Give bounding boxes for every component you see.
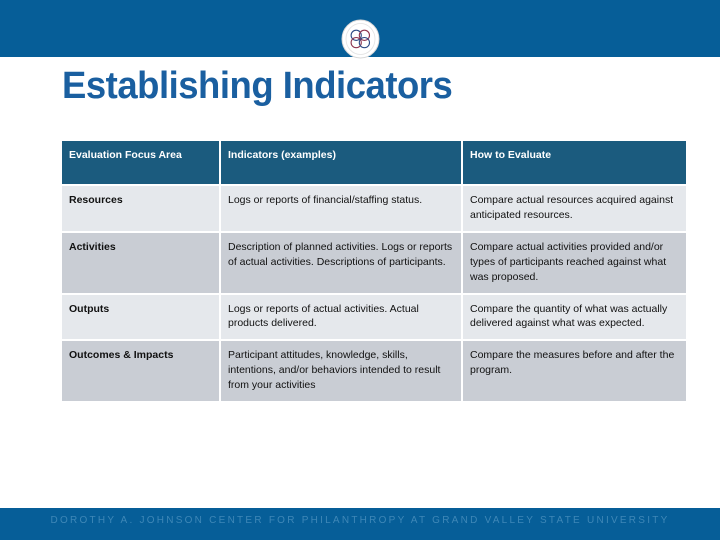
page-title: Establishing Indicators (62, 65, 453, 107)
cell-indicators: Participant attitudes, knowledge, skills… (221, 341, 461, 402)
cell-how-to-evaluate: Compare actual activities provided and/o… (463, 232, 686, 293)
table-header-row: Evaluation Focus Area Indicators (exampl… (62, 141, 686, 184)
table-row: Activities Description of planned activi… (62, 232, 686, 293)
cell-focus-area: Outcomes & Impacts (62, 341, 219, 402)
cell-how-to-evaluate: Compare the measures before and after th… (463, 341, 686, 402)
cell-indicators: Logs or reports of financial/staffing st… (221, 186, 461, 231)
column-header-evaluation-focus-area: Evaluation Focus Area (62, 141, 219, 184)
column-header-how-to-evaluate: How to Evaluate (463, 141, 686, 184)
indicators-table: Evaluation Focus Area Indicators (exampl… (60, 139, 688, 403)
cell-how-to-evaluate: Compare actual resources acquired agains… (463, 186, 686, 231)
cell-indicators: Logs or reports of actual activities. Ac… (221, 294, 461, 340)
cell-focus-area: Activities (62, 232, 219, 293)
table-row: Outputs Logs or reports of actual activi… (62, 294, 686, 340)
cell-focus-area: Outputs (62, 294, 219, 340)
cell-focus-area: Resources (62, 186, 219, 231)
table-row: Resources Logs or reports of financial/s… (62, 186, 686, 231)
cell-indicators: Description of planned activities. Logs … (221, 232, 461, 293)
interlocking-circles-emblem-icon (341, 19, 380, 59)
table-row: Outcomes & Impacts Participant attitudes… (62, 341, 686, 402)
footer-organization-text: DOROTHY A. JOHNSON CENTER FOR PHILANTHRO… (50, 515, 670, 526)
column-header-indicators: Indicators (examples) (221, 141, 461, 184)
cell-how-to-evaluate: Compare the quantity of what was actuall… (463, 294, 686, 340)
